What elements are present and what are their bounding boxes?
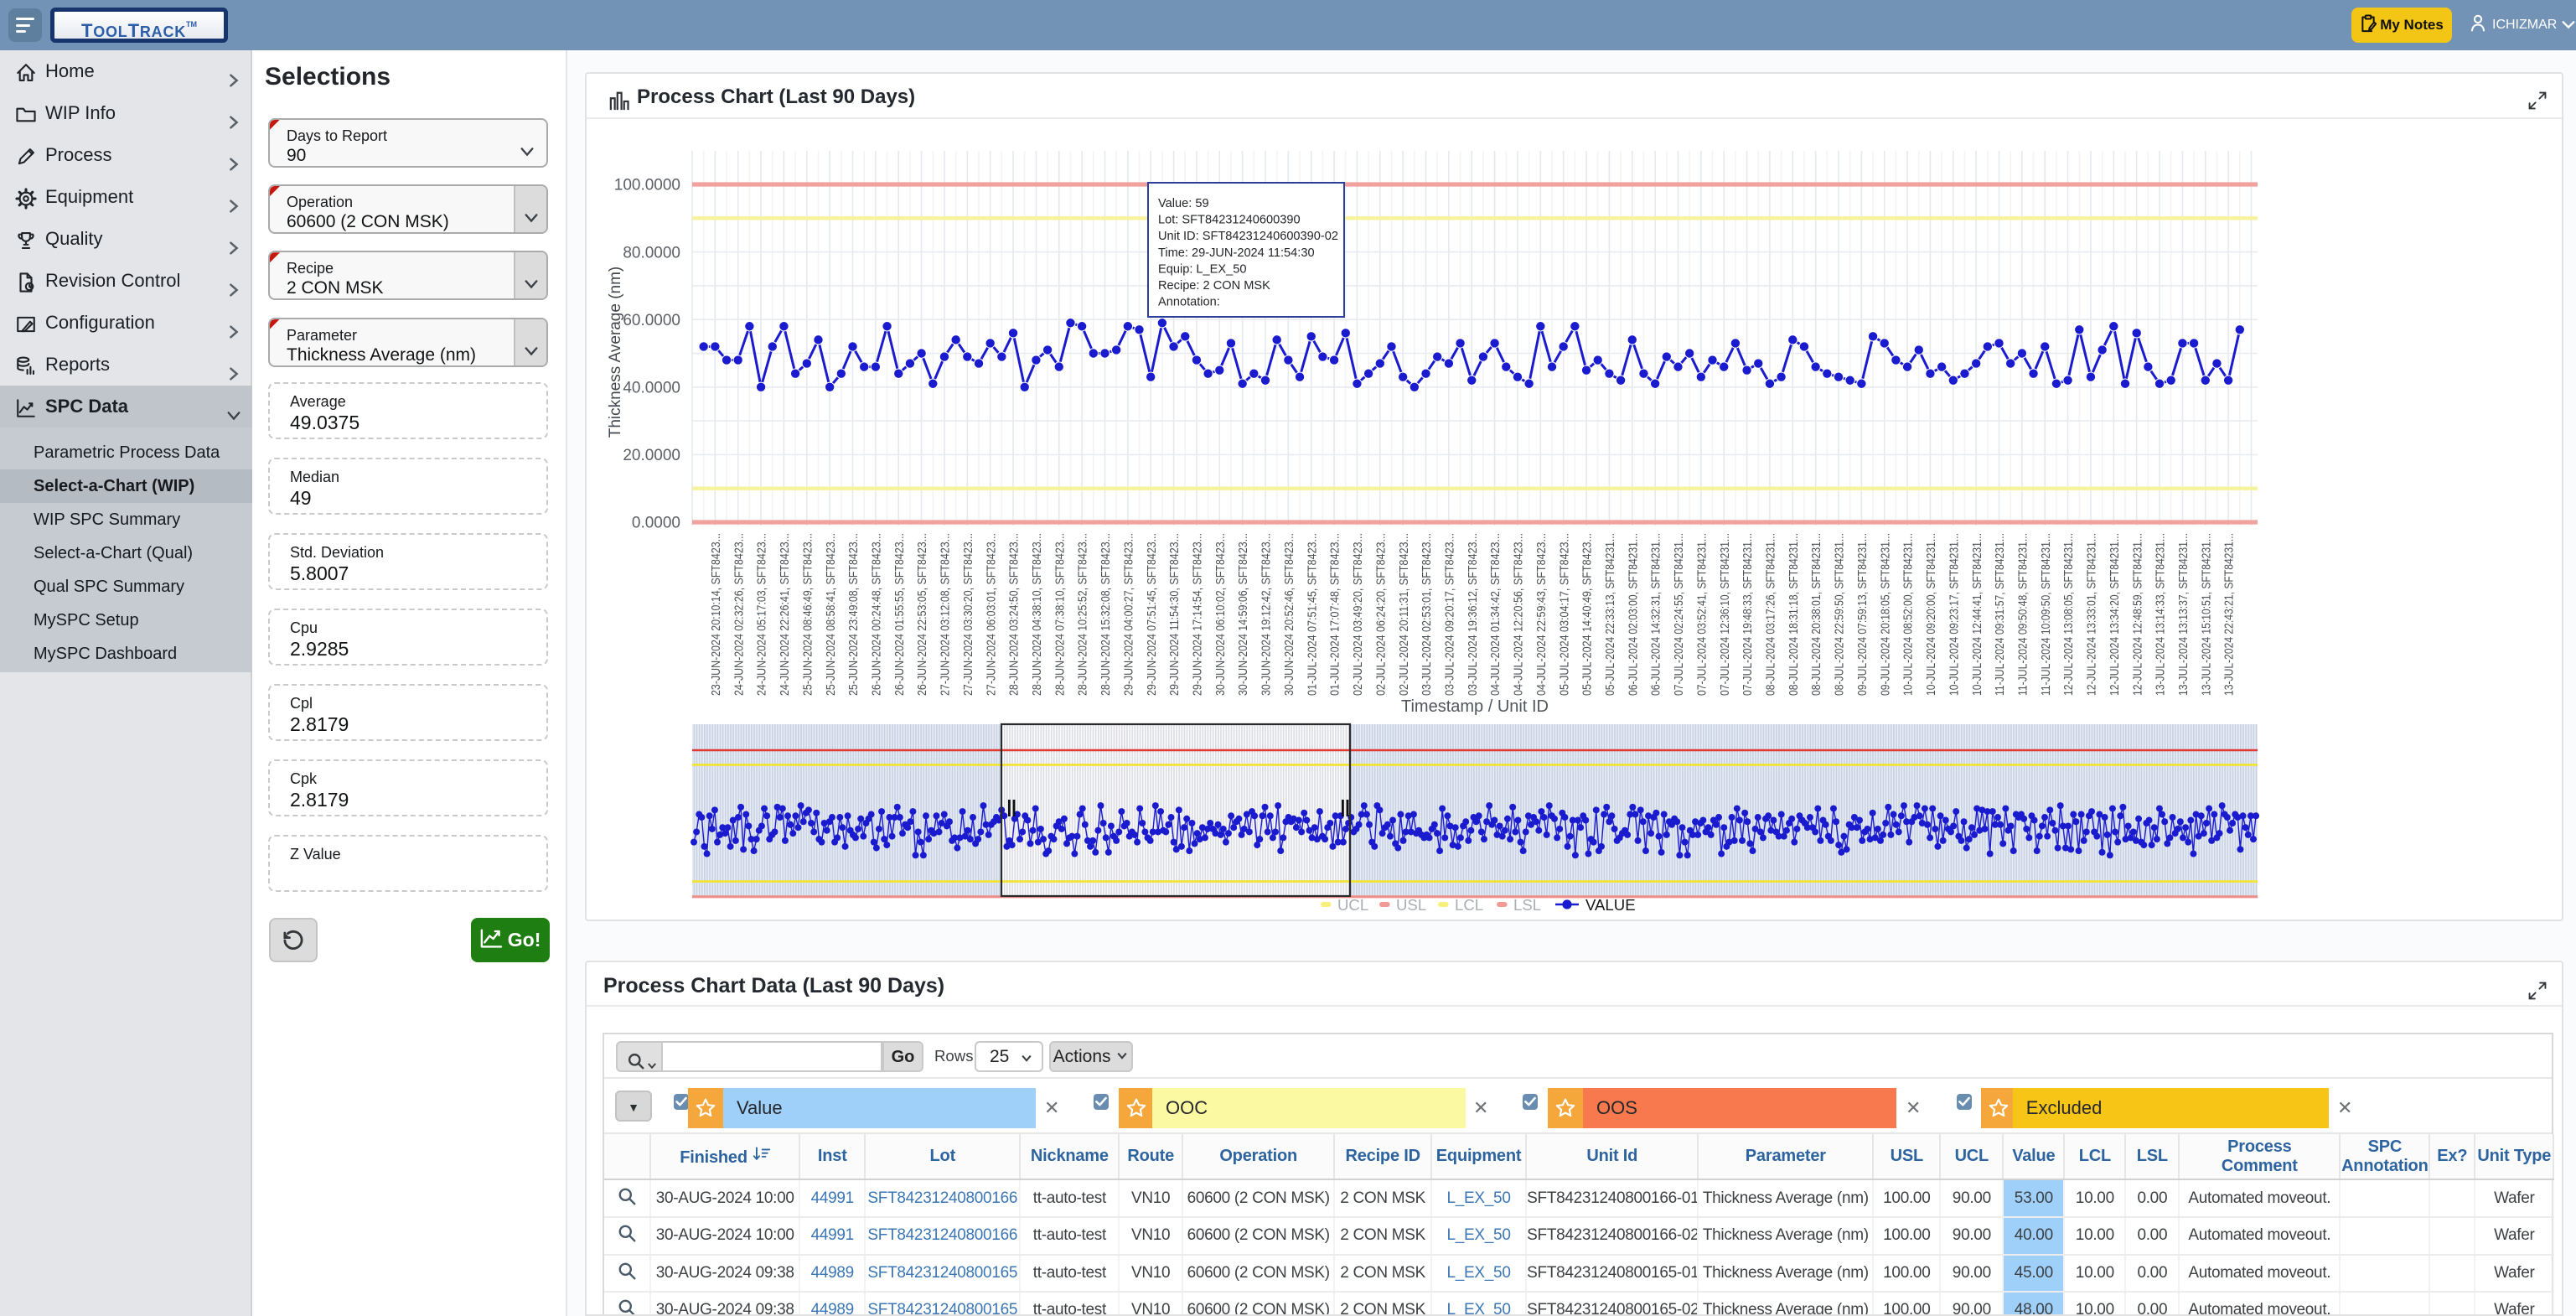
svg-text:Thickness Average (nm): Thickness Average (nm) [607,267,624,438]
svg-text:LCL: LCL [1455,896,1483,914]
svg-text:Equip: L_EX_50: Equip: L_EX_50 [1158,262,1246,276]
svg-text:28-JUN-2024 03:24:50, SFT8423.: 28-JUN-2024 03:24:50, SFT8423... [1008,533,1022,696]
svg-text:80.0000: 80.0000 [623,244,680,262]
svg-text:04-JUL-2024 12:20:56, SFT8423.: 04-JUL-2024 12:20:56, SFT8423... [1513,533,1526,696]
svg-text:23-JUN-2024 20:10:14, SFT8423.: 23-JUN-2024 20:10:14, SFT8423... [710,533,723,696]
svg-text:01-JUL-2024 17:07:48, SFT8423.: 01-JUL-2024 17:07:48, SFT8423... [1329,533,1342,696]
svg-text:05-JUL-2024 03:04:17, SFT8423.: 05-JUL-2024 03:04:17, SFT8423... [1558,533,1571,696]
svg-text:24-JUN-2024 05:17:03, SFT8423.: 24-JUN-2024 05:17:03, SFT8423... [756,533,769,696]
svg-text:11-JUL-2024 10:09:50, SFT84231: 11-JUL-2024 10:09:50, SFT84231... [2040,533,2053,696]
svg-text:Timestamp / Unit ID: Timestamp / Unit ID [1401,697,1549,716]
svg-text:Value: 59: Value: 59 [1158,197,1209,210]
svg-text:04-JUL-2024 01:34:42, SFT8423.: 04-JUL-2024 01:34:42, SFT8423... [1489,533,1503,696]
svg-text:24-JUN-2024 22:26:41, SFT8423.: 24-JUN-2024 22:26:41, SFT8423... [778,533,792,696]
svg-text:25-JUN-2024 23:49:08, SFT8423.: 25-JUN-2024 23:49:08, SFT8423... [847,533,861,696]
svg-text:10-JUL-2024 12:44:41, SFT84231: 10-JUL-2024 12:44:41, SFT84231... [1971,533,1984,696]
svg-text:02-JUL-2024 06:24:20, SFT8423.: 02-JUL-2024 06:24:20, SFT8423... [1374,533,1388,696]
svg-text:30-JUN-2024 14:59:06, SFT8423.: 30-JUN-2024 14:59:06, SFT8423... [1237,533,1250,696]
svg-text:UCL: UCL [1337,896,1368,914]
svg-text:13-JUL-2024 13:14:33, SFT84231: 13-JUL-2024 13:14:33, SFT84231... [2154,533,2168,696]
svg-text:USL: USL [1396,896,1426,914]
svg-text:29-JUN-2024 04:00:27, SFT8423.: 29-JUN-2024 04:00:27, SFT8423... [1122,533,1135,696]
svg-text:29-JUN-2024 07:51:45, SFT8423.: 29-JUN-2024 07:51:45, SFT8423... [1146,533,1159,696]
svg-text:04-JUL-2024 22:59:43, SFT8423.: 04-JUL-2024 22:59:43, SFT8423... [1535,533,1549,696]
svg-text:07-JUL-2024 03:52:41, SFT84231: 07-JUL-2024 03:52:41, SFT84231... [1695,533,1709,696]
svg-text:02-JUL-2024 20:11:31, SFT8423.: 02-JUL-2024 20:11:31, SFT8423... [1398,533,1411,696]
svg-text:08-JUL-2024 22:59:50, SFT84231: 08-JUL-2024 22:59:50, SFT84231... [1834,533,1847,696]
svg-text:13-JUL-2024 22:43:21, SFT84231: 13-JUL-2024 22:43:21, SFT84231... [2223,533,2237,696]
svg-text:28-JUN-2024 04:38:10, SFT8423.: 28-JUN-2024 04:38:10, SFT8423... [1031,533,1044,696]
svg-text:08-JUL-2024 18:31:18, SFT84231: 08-JUL-2024 18:31:18, SFT84231... [1787,533,1801,696]
svg-text:26-JUN-2024 01:55:55, SFT8423.: 26-JUN-2024 01:55:55, SFT8423... [893,533,907,696]
svg-text:27-JUN-2024 03:12:08, SFT8423.: 27-JUN-2024 03:12:08, SFT8423... [939,533,953,696]
svg-text:28-JUN-2024 07:38:10, SFT8423.: 28-JUN-2024 07:38:10, SFT8423... [1053,533,1067,696]
svg-text:07-JUL-2024 02:24:55, SFT84231: 07-JUL-2024 02:24:55, SFT84231... [1673,533,1686,696]
svg-text:30-JUN-2024 19:12:42, SFT8423.: 30-JUN-2024 19:12:42, SFT8423... [1260,533,1274,696]
svg-text:05-JUL-2024 22:33:13, SFT84231: 05-JUL-2024 22:33:13, SFT84231... [1604,533,1617,696]
svg-text:30-JUN-2024 06:10:02, SFT8423.: 30-JUN-2024 06:10:02, SFT8423... [1214,533,1228,696]
svg-text:11-JUL-2024 09:31:57, SFT84231: 11-JUL-2024 09:31:57, SFT84231... [1994,533,2007,696]
svg-text:27-JUN-2024 03:30:20, SFT8423.: 27-JUN-2024 03:30:20, SFT8423... [962,533,975,696]
svg-text:29-JUN-2024 11:54:30, SFT8423.: 29-JUN-2024 11:54:30, SFT8423... [1168,533,1182,696]
svg-text:28-JUN-2024 10:25:52, SFT8423.: 28-JUN-2024 10:25:52, SFT8423... [1077,533,1090,696]
svg-text:Recipe: 2 CON MSK: Recipe: 2 CON MSK [1158,279,1270,293]
svg-text:25-JUN-2024 08:46:49, SFT8423.: 25-JUN-2024 08:46:49, SFT8423... [801,533,815,696]
svg-text:03-JUL-2024 19:36:12, SFT8423.: 03-JUL-2024 19:36:12, SFT8423... [1466,533,1480,696]
svg-text:VALUE: VALUE [1585,896,1636,914]
svg-text:12-JUL-2024 13:33:01, SFT84231: 12-JUL-2024 13:33:01, SFT84231... [2086,533,2099,696]
svg-text:12-JUL-2024 13:08:05, SFT84231: 12-JUL-2024 13:08:05, SFT84231... [2062,533,2076,696]
svg-text:03-JUL-2024 09:20:17, SFT8423.: 03-JUL-2024 09:20:17, SFT8423... [1443,533,1456,696]
svg-text:Time: 29-JUN-2024 11:54:30: Time: 29-JUN-2024 11:54:30 [1158,246,1315,260]
svg-text:02-JUL-2024 03:49:20, SFT8423.: 02-JUL-2024 03:49:20, SFT8423... [1352,533,1365,696]
svg-text:10-JUL-2024 08:52:00, SFT84231: 10-JUL-2024 08:52:00, SFT84231... [1902,533,1916,696]
svg-text:01-JUL-2024 07:51:45, SFT8423.: 01-JUL-2024 07:51:45, SFT8423... [1306,533,1319,696]
svg-text:0.0000: 0.0000 [632,515,680,532]
svg-text:Annotation:: Annotation: [1158,296,1220,309]
svg-text:28-JUN-2024 15:32:08, SFT8423.: 28-JUN-2024 15:32:08, SFT8423... [1099,533,1113,696]
svg-text:09-JUL-2024 07:59:13, SFT84231: 09-JUL-2024 07:59:13, SFT84231... [1856,533,1870,696]
svg-text:26-JUN-2024 22:53:05, SFT8423.: 26-JUN-2024 22:53:05, SFT8423... [916,533,929,696]
svg-text:20.0000: 20.0000 [623,447,680,464]
svg-text:27-JUN-2024 06:03:01, SFT8423.: 27-JUN-2024 06:03:01, SFT8423... [985,533,998,696]
svg-text:10-JUL-2024 09:20:00, SFT84231: 10-JUL-2024 09:20:00, SFT84231... [1925,533,1938,696]
svg-text:09-JUL-2024 20:18:05, SFT84231: 09-JUL-2024 20:18:05, SFT84231... [1879,533,1892,696]
svg-text:Unit ID: SFT84231240600390-02: Unit ID: SFT84231240600390-02 [1158,230,1338,243]
svg-text:25-JUN-2024 08:58:41, SFT8423.: 25-JUN-2024 08:58:41, SFT8423... [825,533,838,696]
svg-text:13-JUL-2024 15:10:51, SFT84231: 13-JUL-2024 15:10:51, SFT84231... [2200,533,2213,696]
svg-text:07-JUL-2024 12:36:10, SFT84231: 07-JUL-2024 12:36:10, SFT84231... [1719,533,1732,696]
svg-text:05-JUL-2024 14:40:49, SFT8423.: 05-JUL-2024 14:40:49, SFT8423... [1581,533,1595,696]
svg-text:06-JUL-2024 14:32:31, SFT84231: 06-JUL-2024 14:32:31, SFT84231... [1650,533,1663,696]
svg-text:LSL: LSL [1513,896,1541,914]
svg-text:13-JUL-2024 13:13:37, SFT84231: 13-JUL-2024 13:13:37, SFT84231... [2177,533,2191,696]
svg-text:12-JUL-2024 12:48:59, SFT84231: 12-JUL-2024 12:48:59, SFT84231... [2131,533,2144,696]
svg-text:40.0000: 40.0000 [623,379,680,396]
svg-text:100.0000: 100.0000 [614,177,680,194]
svg-text:07-JUL-2024 19:48:33, SFT84231: 07-JUL-2024 19:48:33, SFT84231... [1741,533,1755,696]
svg-text:08-JUL-2024 03:17:26, SFT84231: 08-JUL-2024 03:17:26, SFT84231... [1765,533,1778,696]
svg-text:12-JUL-2024 13:34:20, SFT84231: 12-JUL-2024 13:34:20, SFT84231... [2108,533,2122,696]
svg-text:29-JUN-2024 17:14:54, SFT8423.: 29-JUN-2024 17:14:54, SFT8423... [1192,533,1205,696]
svg-text:60.0000: 60.0000 [623,312,680,329]
svg-text:30-JUN-2024 20:52:46, SFT8423.: 30-JUN-2024 20:52:46, SFT8423... [1283,533,1296,696]
svg-text:06-JUL-2024 02:03:00, SFT84231: 06-JUL-2024 02:03:00, SFT84231... [1627,533,1640,696]
svg-text:26-JUN-2024 00:24:48, SFT8423.: 26-JUN-2024 00:24:48, SFT8423... [870,533,883,696]
svg-text:10-JUL-2024 09:23:17, SFT84231: 10-JUL-2024 09:23:17, SFT84231... [1948,533,1961,696]
svg-text:11-JUL-2024 09:50:48, SFT84231: 11-JUL-2024 09:50:48, SFT84231... [2016,533,2030,696]
svg-text:03-JUL-2024 02:53:01, SFT8423.: 03-JUL-2024 02:53:01, SFT8423... [1420,533,1434,696]
svg-text:08-JUL-2024 20:38:01, SFT84231: 08-JUL-2024 20:38:01, SFT84231... [1810,533,1823,696]
svg-text:Lot: SFT84231240600390: Lot: SFT84231240600390 [1158,214,1301,227]
svg-text:24-JUN-2024 02:32:26, SFT8423.: 24-JUN-2024 02:32:26, SFT8423... [732,533,746,696]
